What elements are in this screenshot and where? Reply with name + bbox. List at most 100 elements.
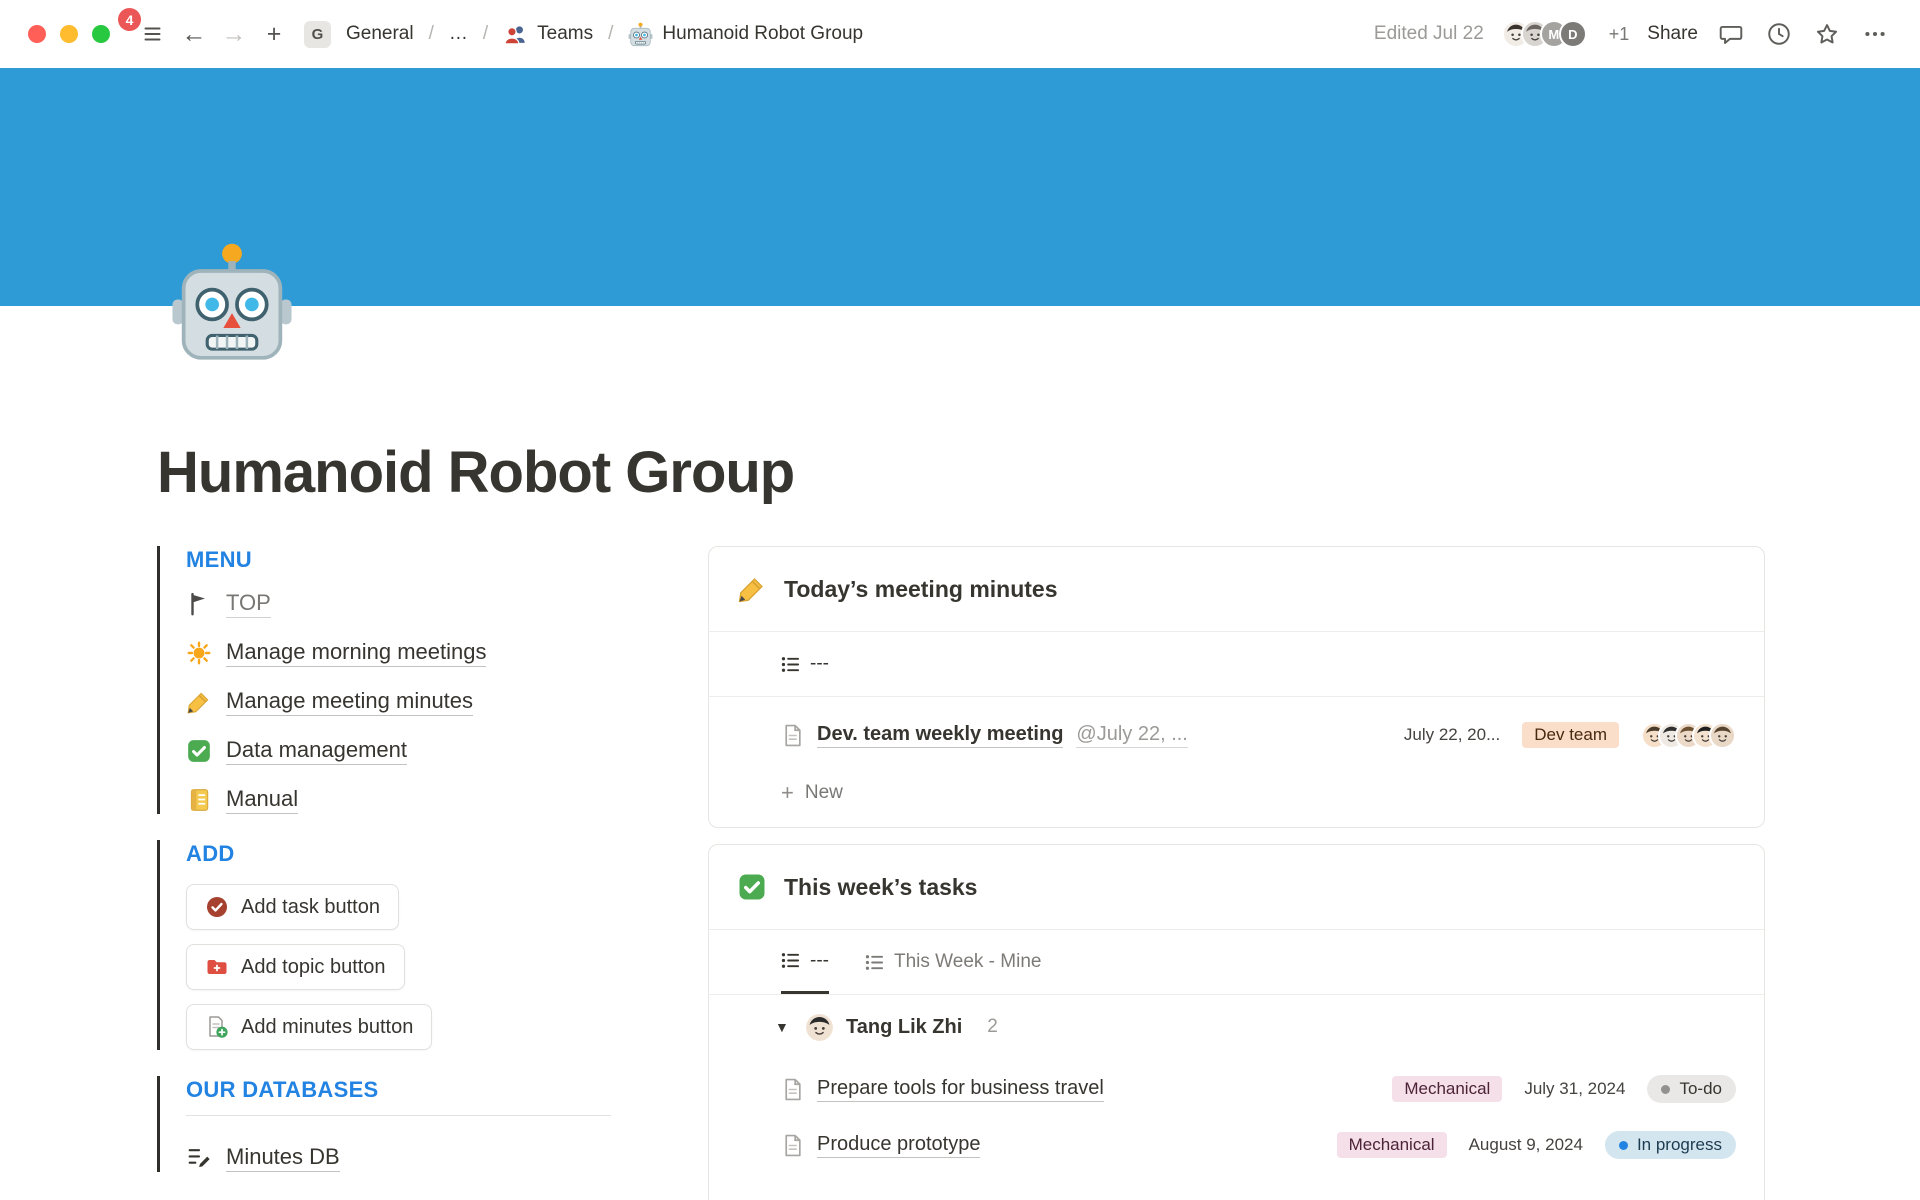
status-dot <box>1619 1141 1628 1150</box>
menu-link-meeting-minutes[interactable]: Manage meeting minutes <box>226 688 473 716</box>
breadcrumb-current-page[interactable]: Humanoid Robot Group <box>623 19 868 50</box>
view-tab-all[interactable]: --- <box>781 930 829 994</box>
page-robot-icon[interactable] <box>170 240 294 364</box>
flag-icon <box>186 591 212 617</box>
history-clock-icon[interactable] <box>1764 19 1794 49</box>
mechanical-tag: Mechanical <box>1392 1076 1502 1102</box>
list-view-icon <box>781 951 800 970</box>
divider <box>186 1115 611 1116</box>
breadcrumb-teams-label: Teams <box>537 23 593 45</box>
more-options-icon[interactable] <box>1860 19 1890 49</box>
breadcrumb-teams[interactable]: Teams <box>498 19 598 50</box>
view-tab-label: This Week - Mine <box>894 951 1041 973</box>
sun-icon <box>186 640 212 666</box>
meeting-card-title: Today’s meeting minutes <box>784 576 1058 603</box>
breadcrumb-general[interactable]: General <box>341 20 419 48</box>
notebook-icon <box>186 787 212 813</box>
add-minutes-button[interactable]: Add minutes button <box>186 1004 432 1050</box>
page-title: Humanoid Robot Group <box>157 439 1765 506</box>
avatar: D <box>1559 20 1587 48</box>
breadcrumb: G General / … / Teams / Humanoid Robot G… <box>304 19 868 50</box>
view-tab-this-week-mine[interactable]: This Week - Mine <box>865 930 1041 994</box>
zoom-window-button[interactable] <box>92 25 110 43</box>
minimize-window-button[interactable] <box>60 25 78 43</box>
add-task-button[interactable]: Add task button <box>186 884 399 930</box>
last-edited-label: Edited Jul 22 <box>1374 23 1484 45</box>
date-mention[interactable]: @July 22, ... <box>1076 723 1187 748</box>
avatar-overflow-count[interactable]: +1 <box>1609 24 1630 45</box>
check-mark-icon <box>186 738 212 764</box>
forward-button[interactable]: → <box>214 14 254 54</box>
left-column: MENU TOP Manage morning meetings <box>157 546 612 1198</box>
minutes-view-tabs: --- <box>709 632 1764 697</box>
meeting-row: Dev. team weekly meeting @July 22, ... J… <box>737 703 1736 767</box>
tasks-view-tabs: --- This Week - Mine <box>709 930 1764 995</box>
status-label: To-do <box>1679 1079 1722 1099</box>
workspace-icon[interactable]: G <box>304 21 331 48</box>
breadcrumb-ellipsis[interactable]: … <box>444 20 473 48</box>
page-icon <box>781 1078 804 1101</box>
menu-item-morning-meetings: Manage morning meetings <box>186 639 612 667</box>
menu-item-data-management: Data management <box>186 737 612 765</box>
database-item-minutes: Minutes DB <box>186 1144 612 1172</box>
add-minutes-label: Add minutes button <box>241 1016 413 1039</box>
dev-team-tag: Dev team <box>1522 722 1619 748</box>
writing-hand-icon <box>186 689 212 715</box>
window-controls <box>28 25 110 43</box>
task-title-link[interactable]: Prepare tools for business travel <box>817 1077 1104 1102</box>
menu-link-data-management[interactable]: Data management <box>226 737 407 765</box>
page-icon <box>781 724 804 747</box>
databases-section: OUR DATABASES Minutes DB <box>157 1076 612 1172</box>
menu-link-top[interactable]: TOP <box>226 590 271 618</box>
new-row-label: New <box>805 782 843 804</box>
task-title-link[interactable]: Produce prototype <box>817 1133 980 1158</box>
notification-badge: 4 <box>118 8 141 31</box>
view-tab-label: --- <box>810 950 829 972</box>
check-mark-icon <box>737 872 767 902</box>
share-button[interactable]: Share <box>1647 23 1698 45</box>
task-row: Produce prototype Mechanical August 9, 2… <box>737 1117 1736 1173</box>
menu-link-manual[interactable]: Manual <box>226 786 298 814</box>
writing-hand-icon <box>737 574 767 604</box>
view-tab-default[interactable]: --- <box>781 632 829 696</box>
breadcrumb-separator: / <box>429 23 434 45</box>
mechanical-tag: Mechanical <box>1337 1132 1447 1158</box>
new-meeting-row-button[interactable]: + New <box>737 767 1736 819</box>
attendee-avatars <box>1641 722 1736 749</box>
meeting-minutes-card: Today’s meeting minutes --- Dev. team we… <box>708 546 1765 828</box>
collapse-toggle-icon[interactable]: ▼ <box>775 1019 793 1035</box>
menu-heading: MENU <box>186 546 612 574</box>
menu-item-top: TOP <box>186 590 612 618</box>
add-heading: ADD <box>186 840 612 868</box>
back-button[interactable]: ← <box>174 14 214 54</box>
teams-people-icon <box>503 22 528 47</box>
add-topic-button[interactable]: Add topic button <box>186 944 405 990</box>
comments-icon[interactable] <box>1716 19 1746 49</box>
list-view-icon <box>781 655 800 674</box>
robot-icon <box>628 22 653 47</box>
right-column: Today’s meeting minutes --- Dev. team we… <box>708 546 1765 1200</box>
breadcrumb-separator: / <box>483 23 488 45</box>
titlebar: 4 ← → + G General / … / Teams / Humanoid… <box>0 0 1920 68</box>
add-section: ADD Add task button Add topic button <box>157 840 612 1050</box>
meeting-title-link[interactable]: Dev. team weekly meeting <box>817 723 1063 748</box>
status-badge-todo: To-do <box>1647 1075 1736 1103</box>
favorite-star-icon[interactable] <box>1812 19 1842 49</box>
breadcrumb-separator: / <box>608 23 613 45</box>
collaborator-avatars[interactable]: M D <box>1502 20 1587 48</box>
red-folder-icon <box>205 955 229 979</box>
assignee-avatar <box>806 1014 833 1041</box>
compose-icon <box>186 1145 212 1171</box>
close-window-button[interactable] <box>28 25 46 43</box>
status-dot <box>1661 1085 1670 1094</box>
green-note-icon <box>205 1015 229 1039</box>
group-task-count: 2 <box>987 1016 998 1038</box>
new-tab-button[interactable]: + <box>254 14 294 54</box>
add-topic-label: Add topic button <box>241 956 386 979</box>
minutes-db-link[interactable]: Minutes DB <box>226 1144 340 1172</box>
menu-link-morning-meetings[interactable]: Manage morning meetings <box>226 639 486 667</box>
add-task-label: Add task button <box>241 896 380 919</box>
page-body: Humanoid Robot Group MENU TOP <box>0 439 1920 1200</box>
weekly-tasks-card: This week’s tasks --- This Week - Mine ▼ <box>708 844 1765 1200</box>
status-badge-in-progress: In progress <box>1605 1131 1736 1159</box>
